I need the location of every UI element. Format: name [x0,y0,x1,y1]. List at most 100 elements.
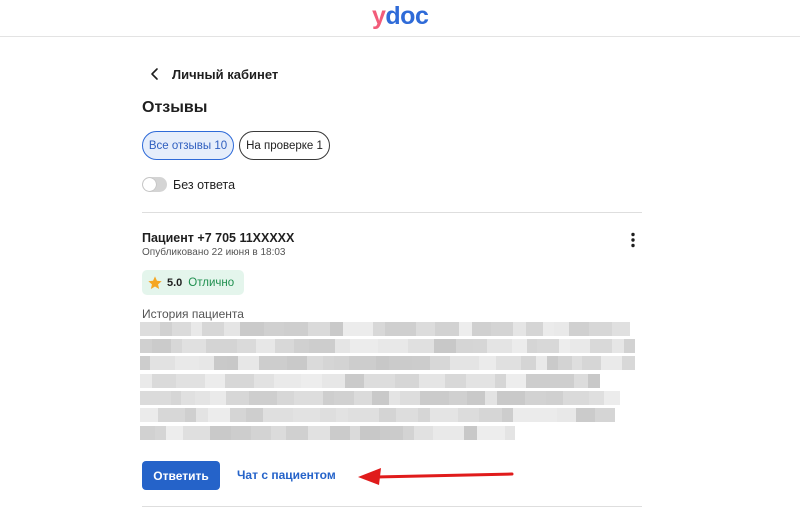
unanswered-toggle-label: Без ответа [173,177,236,192]
redacted-block [323,356,334,370]
redacted-block [226,391,249,405]
redacted-block [259,356,287,370]
redacted-block [554,322,569,336]
redacted-block [487,339,512,353]
top-bar: ydoc [0,0,800,37]
redacted-block [496,356,521,370]
redacted-block [563,391,589,405]
redacted-block [376,356,389,370]
redacted-block [570,339,590,353]
redacted-block [559,339,570,353]
filter-all-reviews[interactable]: Все отзывы 10 [142,131,234,160]
redacted-block [275,339,294,353]
redacted-block [360,426,380,440]
redacted-block [350,426,360,440]
redacted-block [430,408,458,422]
redacted-block [263,408,293,422]
redacted-block [152,339,171,353]
back-link-label: Личный кабинет [172,66,279,82]
redacted-block [364,374,395,388]
redacted-block [588,374,600,388]
redacted-block [308,322,330,336]
redacted-block [320,408,336,422]
redacted-block [574,374,588,388]
redacted-block [464,426,477,440]
redacted-block [308,426,330,440]
back-link[interactable]: Личный кабинет [148,64,278,84]
redacted-block [140,339,152,353]
redacted-block [330,322,343,336]
redacted-block [557,408,576,422]
redacted-block [202,322,224,336]
redacted-block [176,374,205,388]
redacted-block [537,339,559,353]
chat-with-patient-link[interactable]: Чат с пациентом [237,468,336,482]
redacted-block [536,356,547,370]
redacted-block [472,322,491,336]
story-label: История пациента [142,307,244,321]
redacted-block [479,356,496,370]
redacted-block [158,408,185,422]
redacted-block [238,356,259,370]
redacted-block [389,356,412,370]
redacted-block [172,322,191,336]
redacted-block [412,356,430,370]
redacted-block [323,391,334,405]
redacted-block [403,426,414,440]
redacted-review-text [140,322,635,440]
redacted-block [513,322,526,336]
redacted-block [195,391,210,405]
more-vertical-icon [631,232,635,248]
redacted-block [466,374,495,388]
redacted-block [435,322,459,336]
redacted-block [171,391,181,405]
review-more-button[interactable] [624,231,642,249]
redacted-block [547,356,558,370]
redacted-block [506,374,526,388]
unanswered-toggle[interactable] [142,177,167,192]
page-title: Отзывы [142,99,208,116]
redacted-block [491,322,513,336]
redacted-block [525,391,546,405]
redacted-block [595,408,615,422]
redacted-block [227,356,238,370]
redacted-block [206,339,237,353]
rating-text: Отлично [188,276,235,289]
redacted-block [166,426,183,440]
redacted-block [495,374,506,388]
redacted-block [433,426,464,440]
redacted-block [271,426,286,440]
redacted-block [419,374,445,388]
redacted-block [140,426,155,440]
redacted-block [612,339,624,353]
redacted-block [152,374,176,388]
divider-top [142,212,642,213]
redacted-block [294,339,309,353]
ydoc-logo[interactable]: ydoc [372,2,429,30]
redacted-block [589,391,604,405]
redacted-block [140,356,150,370]
redacted-block [479,408,502,422]
redacted-block [336,408,348,422]
redacted-block [350,339,378,353]
redacted-block [456,339,473,353]
redacted-block [572,356,582,370]
redacted-block [502,408,513,422]
redacted-block [526,374,550,388]
redacted-block [576,408,595,422]
redacted-block [389,391,400,405]
redacted-block [277,391,294,405]
redacted-block [349,356,376,370]
redacted-block [348,408,379,422]
rating-value: 5.0 [167,276,183,289]
reply-button[interactable]: Ответить [142,461,220,490]
logo-letter: y [372,2,386,30]
redacted-block [372,391,389,405]
star-icon [148,275,162,289]
redacted-block [240,322,264,336]
redacted-block [373,322,385,336]
redacted-block [589,322,612,336]
redacted-block [449,391,467,405]
redacted-block [264,322,284,336]
filter-on-review[interactable]: На проверке 1 [239,131,330,160]
